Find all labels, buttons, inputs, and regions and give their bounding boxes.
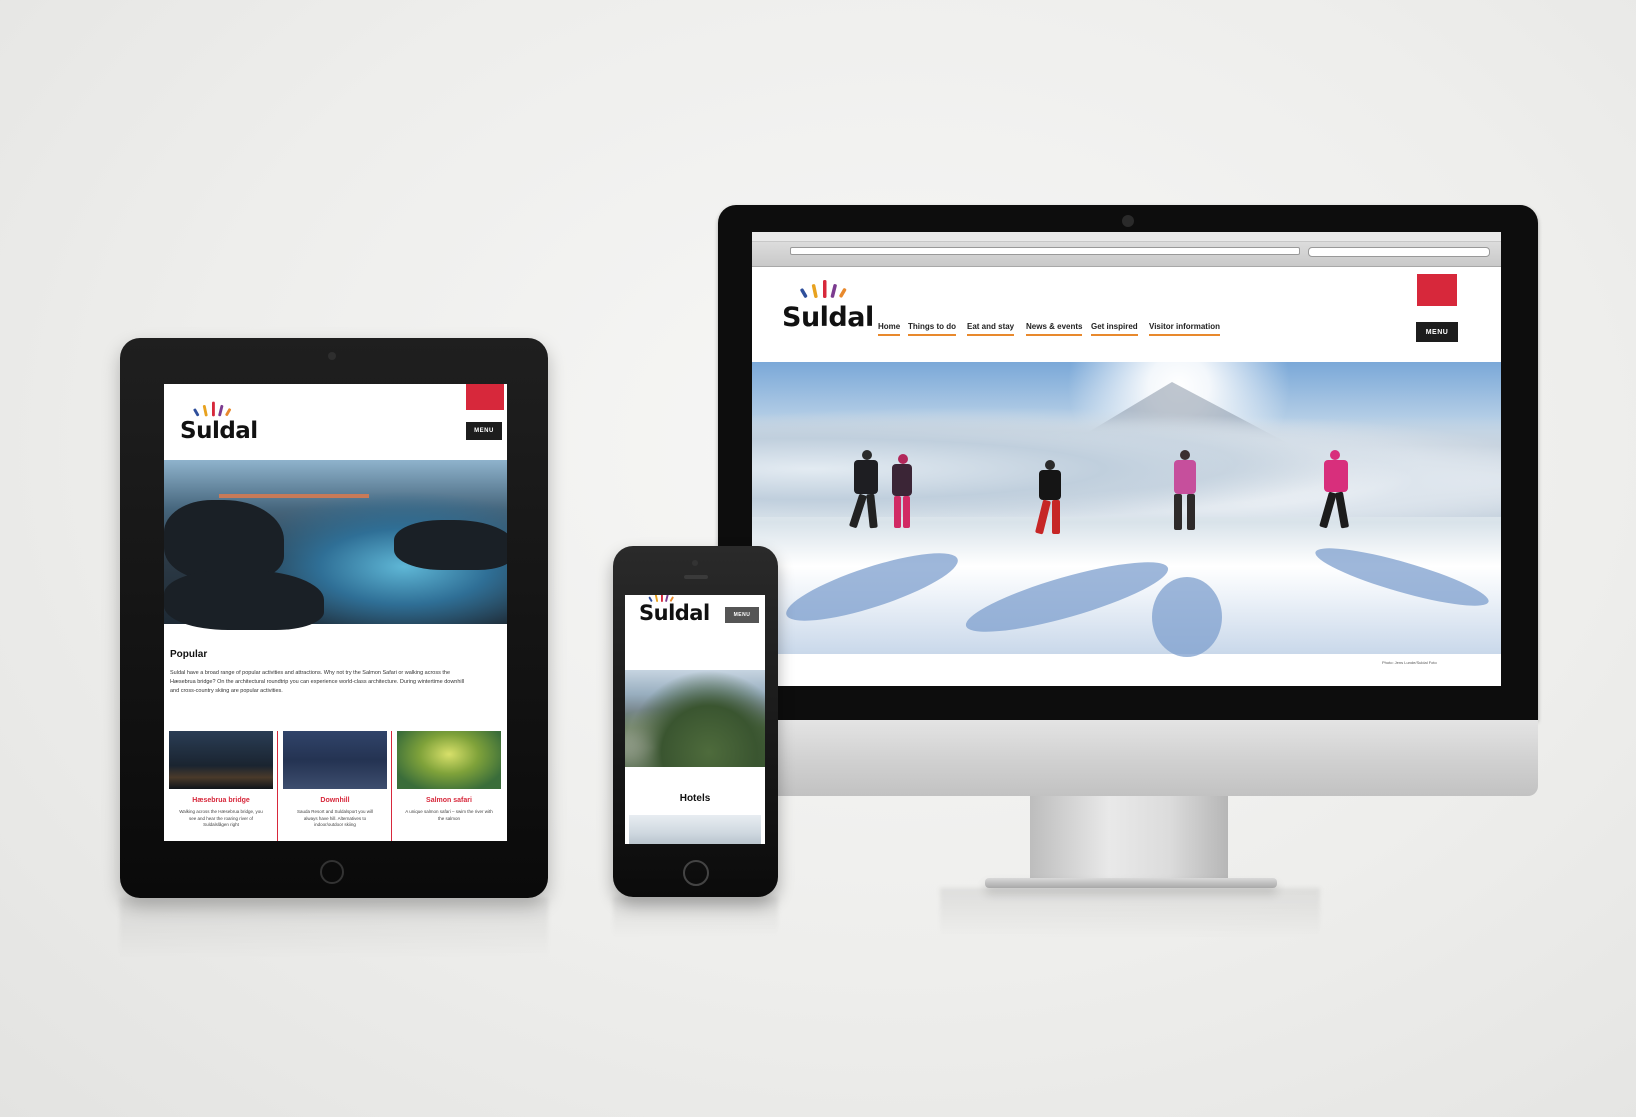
menu-button[interactable]: MENU [466,422,502,440]
card-downhill[interactable]: Downhill Sauda Resort and Suldalsport yo… [277,731,392,841]
tablet-home-button[interactable] [320,860,344,884]
imac-stand [1030,796,1228,881]
nav-get-inspired[interactable]: Get inspired [1091,322,1138,336]
ipad-reflection [120,898,548,958]
desktop-screen: Suldal Home Things to do Eat and stay Ne… [752,232,1501,686]
browser-search-bar[interactable] [1308,247,1490,257]
logo-rays-icon [800,280,847,298]
site-logo[interactable]: Suldal [180,418,258,444]
hero-shadow [960,548,1174,646]
popular-intro: Suldal have a broad range of popular act… [170,670,465,694]
region-badge[interactable] [1417,274,1457,306]
iphone-reflection [613,897,778,937]
card-title[interactable]: Hæsebrua bridge [169,797,273,804]
photo-credit: Photo: Jens Lunde/Suldal Foto [1382,660,1437,665]
nav-news-events[interactable]: News & events [1026,322,1083,336]
phone-hero-image [625,670,765,767]
menu-button[interactable]: MENU [1416,322,1458,342]
site-logo[interactable]: Suldal [782,302,874,333]
hotels-heading: Hotels [679,793,711,804]
hero-rock [164,500,284,580]
nav-visitor-information[interactable]: Visitor information [1149,322,1220,336]
phone-speaker [684,575,708,579]
imac-chin [718,720,1538,796]
bookmarks-bar [752,257,1501,265]
imac-stand-foot [985,878,1277,888]
browser-toolbar [752,242,1501,267]
menu-button[interactable]: MENU [725,607,759,623]
card-haesebrua[interactable]: Hæsebrua bridge Walking across the Hæseb… [169,731,273,829]
card-salmon-safari[interactable]: Salmon safari A unique salmon safari – s… [397,731,501,822]
hero-shadow [1311,537,1493,617]
url-bar[interactable] [790,247,1300,255]
nav-home[interactable]: Home [878,322,901,336]
tablet-hero-image [164,460,507,630]
nav-things-to-do[interactable]: Things to do [908,322,956,336]
card-title[interactable]: Downhill [283,797,387,804]
card-image [397,731,501,789]
tablet-camera [328,352,336,360]
card-text: Sauda Resort and Suldalsport you will al… [296,809,374,827]
imac-reflection [940,888,1320,938]
hero-shadow [1152,577,1222,657]
hero-image [752,362,1501,657]
hero-rock [164,570,324,630]
mac-menubar [752,232,1501,242]
tablet-screen: Suldal MENU Popular Suldal have a broad … [164,384,507,841]
card-image [169,731,273,789]
phone-home-button[interactable] [683,860,709,886]
popular-heading: Popular [170,649,208,660]
card-text: A unique salmon safari – swim the river … [405,809,493,821]
imac-camera [1122,215,1134,227]
card-text: Walking across the Hæsebrua bridge, you … [179,809,263,827]
nav-eat-and-stay[interactable]: Eat and stay [967,322,1015,336]
card-title[interactable]: Salmon safari [397,797,501,804]
card-image [283,731,387,789]
hero-bridge [219,494,369,498]
region-badge[interactable] [466,384,504,410]
hero-shadow [780,540,964,634]
site-logo[interactable]: Suldal [639,601,710,625]
hotels-image [629,815,761,844]
phone-camera [692,560,698,566]
logo-rays-icon [193,401,232,417]
phone-screen: Suldal MENU Hotels [625,595,765,844]
hero-rock [394,520,507,570]
card-divider [277,731,278,841]
card-divider [391,731,392,841]
